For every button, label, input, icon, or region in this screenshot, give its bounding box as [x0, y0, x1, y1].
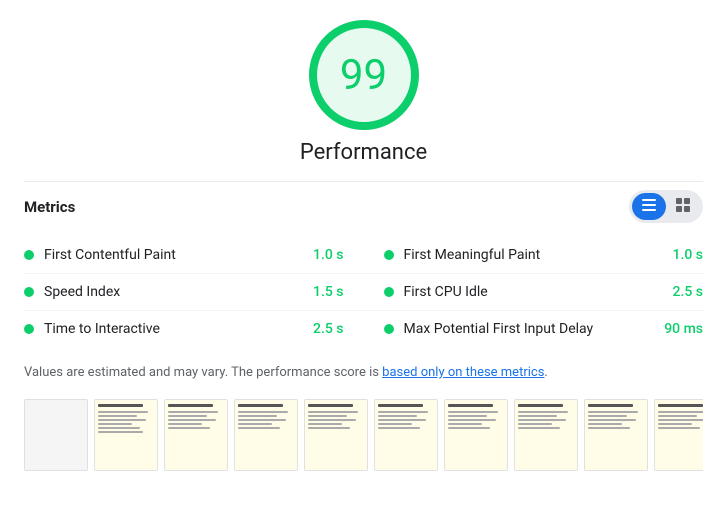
metric-value: 1.0 s — [313, 247, 344, 263]
grid-icon — [676, 198, 690, 215]
filmstrip — [24, 399, 703, 475]
disclaimer-text-after: . — [544, 365, 547, 380]
metric-value: 1.5 s — [313, 284, 344, 300]
disclaimer-text-before: Values are estimated and may vary. The p… — [24, 365, 382, 380]
metric-value: 1.0 s — [673, 247, 704, 263]
metric-row: First Contentful Paint 1.0 s — [24, 237, 364, 274]
metric-dot — [24, 287, 34, 297]
metric-row: Max Potential First Input Delay 90 ms — [364, 311, 704, 347]
filmstrip-frame — [24, 399, 88, 471]
score-circle: 99 — [309, 20, 419, 130]
list-icon — [642, 199, 656, 214]
filmstrip-frame — [654, 399, 703, 471]
score-value: 99 — [340, 51, 387, 100]
disclaimer-link[interactable]: based only on these metrics — [382, 365, 544, 380]
filmstrip-frame — [234, 399, 298, 471]
metric-value: 2.5 s — [673, 284, 704, 300]
filmstrip-frame — [374, 399, 438, 471]
metric-name: Max Potential First Input Delay — [404, 321, 657, 337]
metric-row: Time to Interactive 2.5 s — [24, 311, 364, 347]
metric-dot — [24, 324, 34, 334]
metric-dot — [384, 250, 394, 260]
metrics-title: Metrics — [24, 198, 75, 216]
filmstrip-frame — [304, 399, 368, 471]
metric-name: Time to Interactive — [44, 321, 305, 337]
metric-dot — [24, 250, 34, 260]
metrics-grid: First Contentful Paint 1.0 s First Meani… — [24, 237, 703, 347]
metric-value: 2.5 s — [313, 321, 344, 337]
metric-value: 90 ms — [664, 321, 703, 337]
metric-dot — [384, 324, 394, 334]
score-section: 99 Performance — [24, 20, 703, 165]
filmstrip-frame — [94, 399, 158, 471]
metric-dot — [384, 287, 394, 297]
filmstrip-frame — [164, 399, 228, 471]
score-label: Performance — [300, 140, 427, 165]
metric-name: First CPU Idle — [404, 284, 665, 300]
filmstrip-frame — [444, 399, 508, 471]
metric-row: First CPU Idle 2.5 s — [364, 274, 704, 311]
toggle-list-button[interactable] — [632, 193, 666, 220]
metric-name: Speed Index — [44, 284, 305, 300]
metrics-header: Metrics — [24, 181, 703, 223]
filmstrip-frame — [514, 399, 578, 471]
metric-row: Speed Index 1.5 s — [24, 274, 364, 311]
metric-name: First Contentful Paint — [44, 247, 305, 263]
metric-row: First Meaningful Paint 1.0 s — [364, 237, 704, 274]
view-toggle — [629, 190, 703, 223]
filmstrip-frame — [584, 399, 648, 471]
toggle-grid-button[interactable] — [666, 193, 700, 220]
disclaimer: Values are estimated and may vary. The p… — [24, 363, 703, 383]
metric-name: First Meaningful Paint — [404, 247, 665, 263]
